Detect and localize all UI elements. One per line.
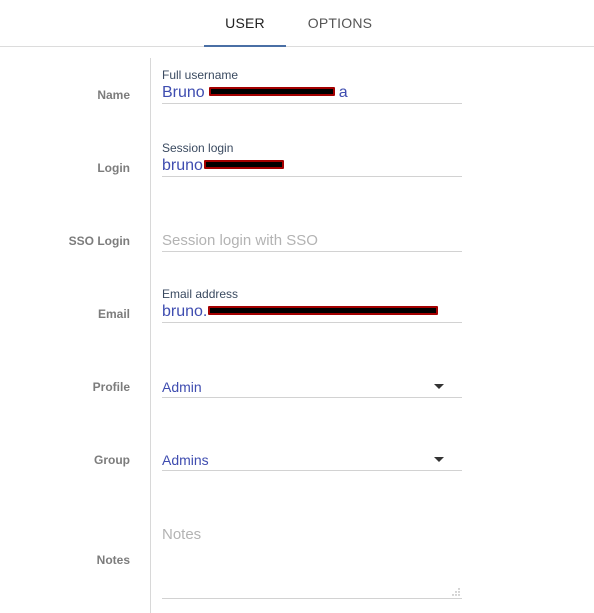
- session-login-input[interactable]: bruno: [162, 155, 462, 177]
- full-username-value-tail: a: [338, 84, 348, 101]
- email-address-input[interactable]: bruno.: [162, 301, 462, 323]
- group-selected-value: Admins: [162, 452, 209, 468]
- tab-options[interactable]: OPTIONS: [300, 0, 380, 46]
- session-login-value: bruno: [162, 157, 203, 174]
- notes-textarea[interactable]: Notes: [162, 522, 462, 599]
- profile-select-box[interactable]: Admin: [162, 376, 462, 398]
- full-username-label: Full username: [162, 68, 239, 82]
- notes-placeholder: Notes: [162, 526, 202, 543]
- chevron-down-icon[interactable]: [434, 457, 444, 462]
- sso-login-input[interactable]: Session login with SSO: [162, 230, 462, 252]
- form-divider: [150, 58, 151, 613]
- chevron-down-icon[interactable]: [434, 384, 444, 389]
- notes-row-label: Notes: [96, 553, 130, 567]
- session-login-field[interactable]: Session login bruno: [162, 141, 462, 177]
- group-select-box[interactable]: Admins: [162, 449, 462, 471]
- group-select[interactable]: Admins: [162, 435, 462, 471]
- profile-select[interactable]: Admin: [162, 362, 462, 398]
- tab-user[interactable]: USER: [204, 0, 286, 47]
- profile-row-label: Profile: [92, 380, 130, 394]
- name-row-label: Name: [97, 88, 130, 102]
- email-row-label: Email: [97, 307, 130, 321]
- profile-selected-value: Admin: [162, 379, 202, 395]
- sso-login-field[interactable]: Session login with SSO: [162, 216, 462, 252]
- resize-handle-icon[interactable]: [452, 588, 460, 596]
- email-address-label: Email address: [162, 287, 239, 301]
- sso-login-placeholder: Session login with SSO: [162, 232, 318, 249]
- login-row-label: Login: [97, 161, 130, 175]
- session-login-label: Session login: [162, 141, 234, 155]
- email-address-field[interactable]: Email address bruno.: [162, 287, 462, 323]
- redaction-mark: [208, 87, 335, 97]
- full-username-field[interactable]: Full username Bruno a: [162, 68, 462, 104]
- sso-login-row-label: SSO Login: [68, 234, 130, 248]
- email-address-value: bruno.: [162, 303, 208, 320]
- redaction-mark: [208, 306, 439, 316]
- redaction-mark: [203, 160, 284, 170]
- full-username-input[interactable]: Bruno a: [162, 82, 462, 104]
- group-row-label: Group: [94, 453, 130, 467]
- full-username-value: Bruno: [162, 84, 205, 101]
- tab-bar: USER OPTIONS: [0, 0, 594, 47]
